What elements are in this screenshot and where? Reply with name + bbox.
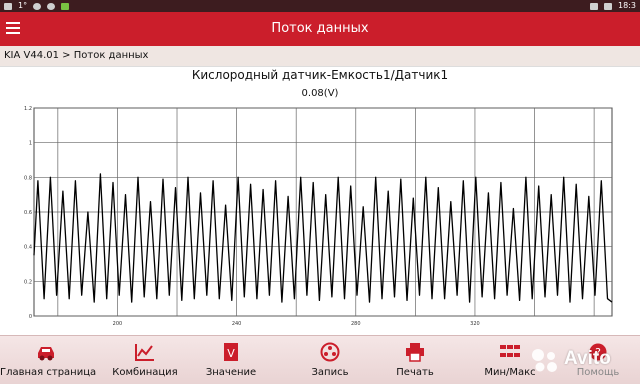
y-tick-label: 0.4 (24, 245, 32, 251)
y-tick-label: 1 (29, 141, 32, 147)
print-button-label: Печать (396, 367, 434, 378)
value-button[interactable]: V Значение (196, 336, 266, 384)
x-tick-label: 280 (351, 321, 361, 327)
record-button-label: Запись (311, 367, 349, 378)
y-tick-label: 0.6 (24, 210, 32, 216)
avito-logo-icon (532, 349, 557, 372)
value-document-icon: V (224, 343, 238, 361)
y-tick-label: 0 (29, 314, 32, 320)
chart-title: Кислородный датчик-Емкость1/Датчик1 (191, 68, 449, 82)
app-header: Поток данных (0, 12, 640, 46)
combination-button[interactable]: Комбинация (100, 336, 190, 384)
home-button[interactable]: Главная страница (0, 336, 97, 384)
home-button-label: Главная страница (0, 367, 97, 378)
breadcrumb-text: KIA V44.01 > Поток данных (4, 50, 149, 61)
status-left-text: 1° (18, 1, 28, 10)
value-button-label: Значение (205, 367, 257, 378)
battery-icon (604, 2, 613, 10)
avito-watermark-text: Avito (564, 348, 611, 369)
avito-watermark: Avito (530, 345, 634, 375)
print-button[interactable]: Печать (380, 336, 450, 384)
x-tick-label: 240 (232, 321, 242, 327)
svg-text:V: V (227, 347, 235, 360)
chart-current-value: 0.08(V) (301, 88, 339, 99)
combination-button-label: Комбинация (112, 367, 178, 378)
android-icon (61, 2, 70, 10)
status-clock: 18:3 (618, 1, 636, 10)
y-tick-label: 1.2 (24, 106, 32, 112)
status-bar: 1° 18:3 (0, 0, 640, 12)
combination-chart-icon (135, 344, 154, 361)
page-title: Поток данных (271, 21, 369, 36)
x-tick-label: 320 (470, 321, 480, 327)
notification-icon (47, 2, 56, 10)
gallery-icon (4, 2, 12, 10)
y-tick-label: 0.8 (24, 175, 32, 181)
car-home-icon (38, 347, 54, 361)
sensor-line-chart: 0 0.2 0.4 0.6 0.8 1 1.2 200 240 280 320 (0, 102, 640, 332)
min-max-icon (500, 345, 520, 357)
signal-icon (590, 2, 599, 10)
settings-icon (33, 2, 42, 10)
breadcrumb: KIA V44.01 > Поток данных (0, 46, 640, 67)
printer-icon (406, 343, 424, 362)
y-tick-label: 0.2 (24, 279, 32, 285)
record-reel-icon (320, 342, 340, 362)
x-tick-label: 200 (113, 321, 123, 327)
record-button[interactable]: Запись (290, 336, 370, 384)
